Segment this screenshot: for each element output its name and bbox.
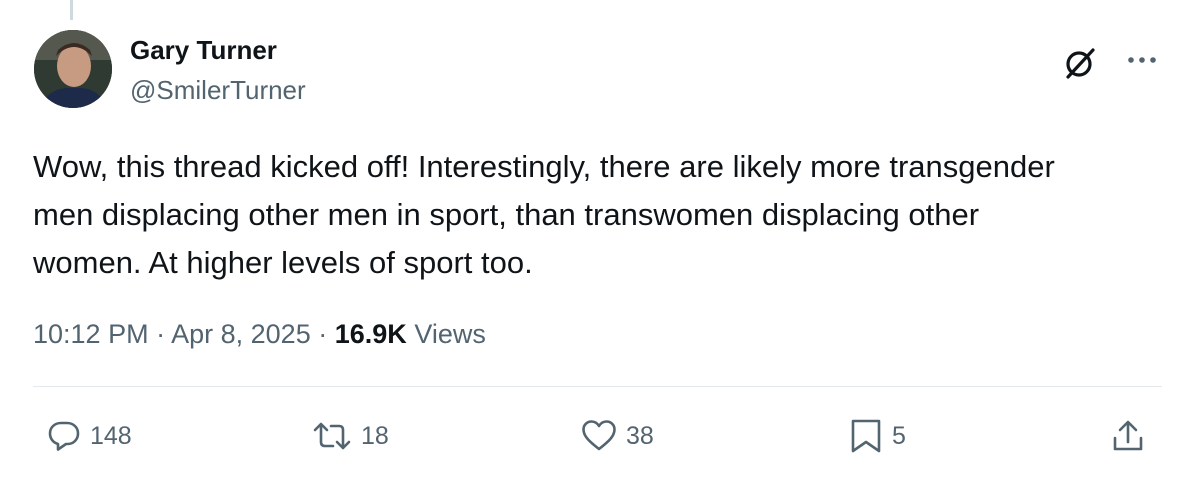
display-name[interactable]: Gary Turner (130, 33, 306, 67)
reply-icon (48, 421, 80, 451)
heart-icon (582, 420, 616, 451)
repost-icon (313, 422, 351, 450)
share-button[interactable] (1110, 418, 1146, 454)
tweet-meta: 10:12 PM · Apr 8, 2025 · 16.9K Views (33, 316, 486, 352)
meta-separator: · (318, 319, 328, 349)
thread-connector-line (70, 0, 73, 20)
like-button[interactable]: 38 (580, 418, 654, 454)
divider (33, 386, 1162, 387)
avatar-image (34, 30, 112, 108)
reply-button[interactable]: 148 (46, 418, 132, 454)
tweet-text: Wow, this thread kicked off! Interesting… (33, 149, 1055, 280)
repost-button[interactable]: 18 (311, 418, 389, 454)
tweet-date[interactable]: Apr 8, 2025 (171, 319, 311, 349)
repost-count: 18 (361, 422, 389, 450)
grok-icon[interactable] (1062, 45, 1098, 81)
more-icon[interactable] (1124, 48, 1160, 72)
user-handle[interactable]: @SmilerTurner (130, 73, 306, 107)
views-count[interactable]: 16.9K (335, 319, 407, 349)
reply-count: 148 (90, 422, 132, 450)
bookmark-icon (851, 419, 881, 453)
views-label: Views (414, 319, 486, 349)
meta-separator: · (156, 319, 166, 349)
bookmark-button[interactable]: 5 (848, 418, 906, 454)
share-icon (1113, 420, 1143, 451)
bookmark-count: 5 (892, 422, 906, 450)
user-info: Gary Turner @SmilerTurner (130, 33, 306, 107)
avatar[interactable] (34, 30, 112, 108)
like-count: 38 (626, 422, 654, 450)
tweet-time[interactable]: 10:12 PM (33, 319, 149, 349)
